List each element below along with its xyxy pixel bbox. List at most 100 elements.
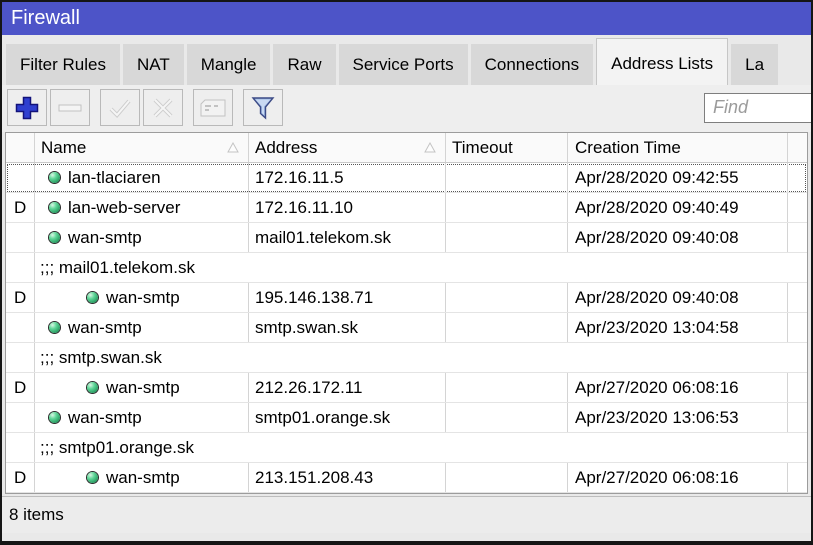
window-title[interactable]: Firewall bbox=[2, 2, 811, 35]
address-item-icon bbox=[49, 232, 60, 243]
remove-button[interactable] bbox=[50, 89, 90, 126]
name-cell: wan-smtp bbox=[35, 223, 249, 252]
timeout-cell bbox=[446, 283, 568, 312]
timeout-cell bbox=[446, 403, 568, 432]
tab-address-lists[interactable]: Address Lists bbox=[596, 38, 728, 85]
check-icon bbox=[108, 97, 132, 119]
timeout-cell bbox=[446, 313, 568, 342]
dynamic-flag-cell: D bbox=[6, 193, 35, 222]
item-count: 8 items bbox=[9, 505, 64, 524]
plus-icon bbox=[14, 95, 40, 121]
comment-icon bbox=[200, 99, 226, 117]
name-cell: lan-web-server bbox=[35, 193, 249, 222]
comment-row[interactable]: ;;; smtp.swan.sk bbox=[6, 343, 807, 373]
minus-icon bbox=[58, 103, 82, 113]
dynamic-flag-cell: D bbox=[6, 463, 35, 492]
address-list-row[interactable]: lan-tlaciaren 172.16.11.5 Apr/28/2020 09:4… bbox=[6, 163, 807, 193]
flag-cell bbox=[6, 343, 35, 372]
dynamic-flag-cell: D bbox=[6, 283, 35, 312]
status-bar: 8 items bbox=[2, 496, 811, 533]
address-list-row[interactable]: Dwan-smtp195.146.138.71Apr/28/2020 09:40… bbox=[6, 283, 807, 313]
filler-cell bbox=[788, 313, 807, 342]
timeout-cell bbox=[446, 193, 568, 222]
address-cell: mail01.telekom.sk bbox=[249, 223, 446, 252]
address-list-row[interactable]: wan-smtpmail01.telekom.skApr/28/2020 09:… bbox=[6, 223, 807, 253]
address-list-row[interactable]: wan-smtp smtp.swan.sk Apr/23/2020 13:04:58 bbox=[6, 313, 807, 343]
address-cell: 212.26.172.11 bbox=[249, 373, 446, 402]
list-name: wan-smtp bbox=[68, 403, 142, 432]
find-input[interactable] bbox=[704, 93, 813, 123]
list-name: lan-tlaciaren bbox=[68, 163, 161, 192]
creation-time-cell: Apr/28/2020 09:40:49 bbox=[568, 193, 788, 222]
filler-cell bbox=[788, 193, 807, 222]
address-cell: smtp01.orange.sk bbox=[249, 403, 446, 432]
filler-cell bbox=[788, 373, 807, 402]
dynamic-flag-cell bbox=[6, 163, 35, 192]
comment-row[interactable]: ;;; mail01.telekom.sk bbox=[6, 253, 807, 283]
sort-asc-icon bbox=[424, 142, 436, 153]
address-cell: 213.151.208.43 bbox=[249, 463, 446, 492]
comment-text: ;;; smtp01.orange.sk bbox=[35, 433, 807, 462]
tab-raw[interactable]: Raw bbox=[273, 44, 335, 85]
list-name: wan-smtp bbox=[106, 373, 180, 402]
tab-service-ports[interactable]: Service Ports bbox=[339, 44, 468, 85]
address-item-icon bbox=[87, 292, 98, 303]
list-name: wan-smtp bbox=[68, 313, 142, 342]
filler-column-header bbox=[788, 133, 807, 162]
address-item-icon bbox=[49, 412, 60, 423]
dynamic-flag-cell bbox=[6, 403, 35, 432]
name-cell: wan-smtp bbox=[35, 373, 249, 402]
address-column-header[interactable]: Address bbox=[249, 133, 446, 162]
address-list-row[interactable]: Dwan-smtp212.26.172.11Apr/27/2020 06:08:… bbox=[6, 373, 807, 403]
timeout-cell bbox=[446, 163, 568, 192]
filler-cell bbox=[788, 283, 807, 312]
address-item-icon bbox=[49, 202, 60, 213]
creation-time-cell: Apr/23/2020 13:04:58 bbox=[568, 313, 788, 342]
address-item-icon bbox=[49, 322, 60, 333]
list-name: wan-smtp bbox=[106, 463, 180, 492]
address-cell: smtp.swan.sk bbox=[249, 313, 446, 342]
flag-cell bbox=[6, 433, 35, 462]
enable-button[interactable] bbox=[100, 89, 140, 126]
table-header-row: Name Address Timeout Creation Time bbox=[6, 133, 807, 163]
list-name: wan-smtp bbox=[106, 283, 180, 312]
creation-time-cell: Apr/28/2020 09:42:55 bbox=[568, 163, 788, 192]
tab-mangle[interactable]: Mangle bbox=[187, 44, 271, 85]
flags-column-header[interactable] bbox=[6, 133, 35, 162]
comment-button[interactable] bbox=[193, 89, 233, 126]
firewall-window: Firewall Filter RulesNATMangleRawService… bbox=[0, 0, 813, 545]
name-column-header[interactable]: Name bbox=[35, 133, 249, 162]
address-item-icon bbox=[87, 472, 98, 483]
dynamic-flag-cell bbox=[6, 313, 35, 342]
tab-connections[interactable]: Connections bbox=[471, 44, 594, 85]
tab-la[interactable]: La bbox=[731, 44, 778, 85]
tab-nat[interactable]: NAT bbox=[123, 44, 184, 85]
name-cell: wan-smtp bbox=[35, 463, 249, 492]
address-cell: 172.16.11.5 bbox=[249, 163, 446, 192]
timeout-cell bbox=[446, 373, 568, 402]
funnel-icon bbox=[251, 96, 275, 120]
timeout-column-header[interactable]: Timeout bbox=[446, 133, 568, 162]
dynamic-flag-cell: D bbox=[6, 373, 35, 402]
filter-button[interactable] bbox=[243, 89, 283, 126]
sort-asc-icon bbox=[227, 142, 239, 153]
toolbar bbox=[2, 85, 811, 132]
list-name: lan-web-server bbox=[68, 193, 180, 222]
flag-cell bbox=[6, 253, 35, 282]
creation-time-column-header[interactable]: Creation Time bbox=[568, 133, 788, 162]
tab-filter-rules[interactable]: Filter Rules bbox=[6, 44, 120, 85]
comment-text: ;;; smtp.swan.sk bbox=[35, 343, 807, 372]
address-list-row[interactable]: Dwan-smtp213.151.208.43Apr/27/2020 06:08… bbox=[6, 463, 807, 493]
comment-text: ;;; mail01.telekom.sk bbox=[35, 253, 807, 282]
creation-time-cell: Apr/23/2020 13:06:53 bbox=[568, 403, 788, 432]
timeout-cell bbox=[446, 463, 568, 492]
name-cell: wan-smtp bbox=[35, 283, 249, 312]
disable-button[interactable] bbox=[143, 89, 183, 126]
dynamic-flag-cell bbox=[6, 223, 35, 252]
address-list-row[interactable]: Dlan-web-server172.16.11.10Apr/28/2020 0… bbox=[6, 193, 807, 223]
address-list-row[interactable]: wan-smtp smtp01.orange.sk Apr/23/2020 13:0… bbox=[6, 403, 807, 433]
comment-row[interactable]: ;;; smtp01.orange.sk bbox=[6, 433, 807, 463]
address-cell: 195.146.138.71 bbox=[249, 283, 446, 312]
add-button[interactable] bbox=[7, 89, 47, 126]
filler-cell bbox=[788, 163, 807, 192]
